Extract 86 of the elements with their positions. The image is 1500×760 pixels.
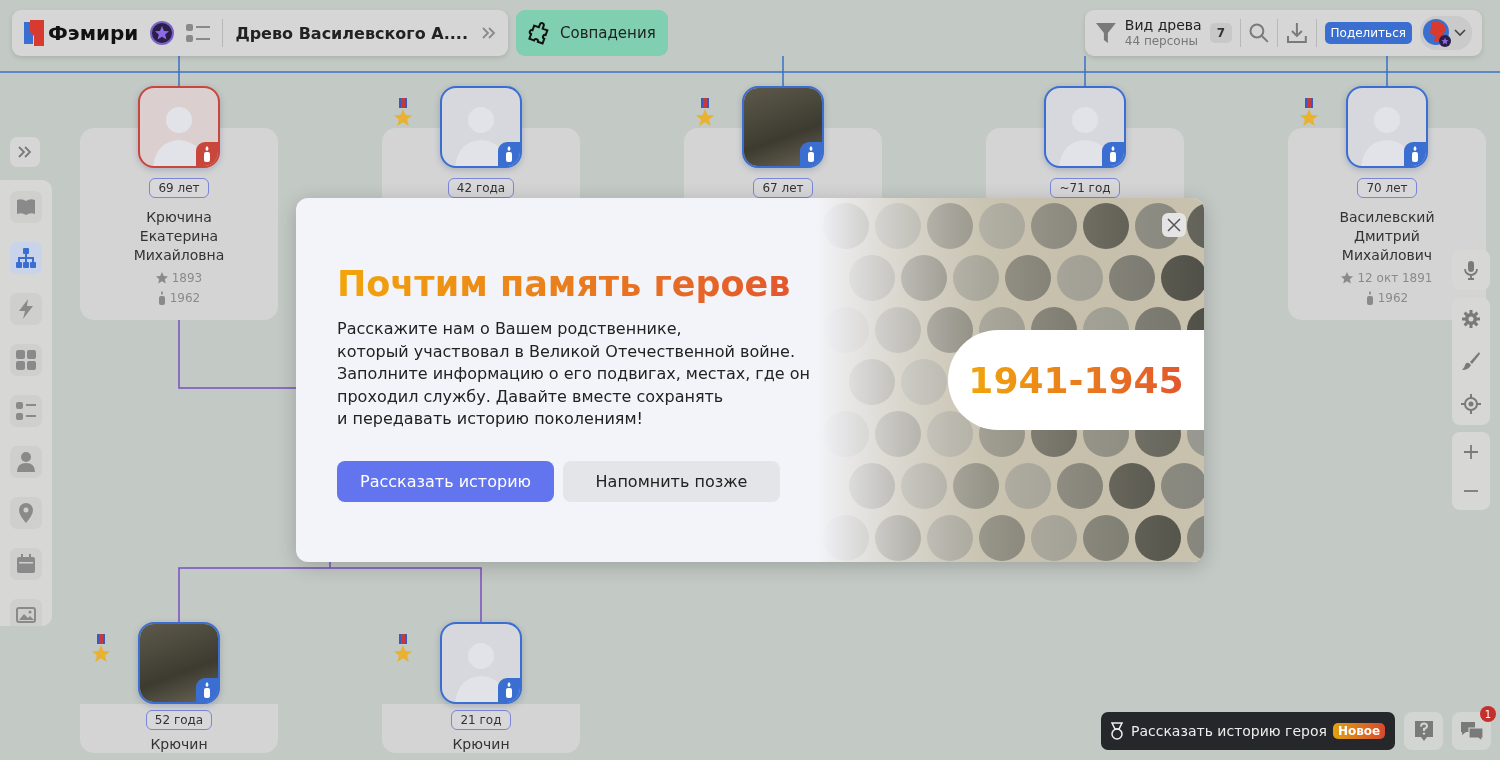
close-button[interactable] (1162, 213, 1186, 237)
person-card[interactable]: 69 лет Крючина Екатерина Михайловна 1893 1962 (80, 128, 278, 320)
notification-badge: 1 (1480, 706, 1496, 722)
person-name: Василевский Дмитрий Михайлович (1338, 208, 1436, 265)
sidebar-item[interactable] (10, 446, 42, 478)
death-date: 1962 (1377, 291, 1409, 305)
avatar-icon[interactable] (1421, 18, 1452, 48)
candle-icon (157, 291, 166, 305)
candle-icon (806, 146, 816, 162)
avatar-frame[interactable] (1346, 86, 1428, 168)
list-icon[interactable] (186, 24, 211, 42)
dialog-text: Расскажите нам о Вашем родственнике, который участвовал в Великой Отечественной войне. Заполните информацию о его подвигах, местах, где он проходил службу. Давайте вместе сохранять и передавать историю поколениям! (337, 318, 811, 430)
remind-later-button[interactable]: Напомнить позже (563, 460, 780, 502)
age-label: ~71 год (1050, 178, 1120, 198)
birth-date: 12 окт 1891 (1357, 271, 1433, 285)
years-banner: 1941-1945 (948, 330, 1204, 430)
age-label: 52 года (145, 710, 213, 730)
star-icon (1341, 272, 1354, 284)
candle-icon (1108, 146, 1118, 162)
age-label: 67 лет (753, 178, 813, 198)
person-name: Крючин (451, 736, 511, 753)
avatar-frame[interactable] (138, 86, 220, 168)
avatar-frame[interactable] (440, 622, 522, 704)
filter-count: 7 (1209, 23, 1232, 43)
close-icon (1167, 218, 1181, 232)
candle-icon (1365, 291, 1374, 305)
filter-icon[interactable] (1095, 21, 1117, 45)
double-chevron-icon[interactable] (482, 27, 496, 39)
sidebar-item[interactable] (10, 599, 42, 626)
age-label: 70 лет (1357, 178, 1417, 198)
sidebar-item[interactable] (10, 191, 42, 223)
sidebar-item[interactable] (10, 293, 42, 325)
person-icon (15, 451, 37, 473)
candle-icon (202, 146, 212, 162)
new-badge: Новое (1332, 723, 1386, 739)
book-icon (15, 196, 37, 218)
list-icon (15, 400, 37, 422)
grid-icon (15, 349, 37, 371)
double-chevron-icon (18, 146, 32, 158)
person-card[interactable]: 52 года Крючин (80, 704, 278, 753)
star-badge-icon[interactable] (150, 21, 175, 45)
expand-button[interactable] (10, 137, 40, 167)
birth-date: 1893 (171, 271, 203, 285)
age-label: 42 года (447, 178, 515, 198)
tell-story-button[interactable]: Рассказать историю (337, 460, 554, 502)
search-icon[interactable] (1249, 23, 1269, 43)
calendar-icon (15, 553, 37, 575)
chat-icon (1459, 720, 1484, 742)
age-label: 21 год (451, 710, 511, 730)
sidebar-item[interactable] (10, 344, 42, 376)
sidebar-item[interactable] (10, 497, 42, 529)
target-icon[interactable] (1461, 393, 1481, 414)
person-name: Крючина Екатерина Михайловна (132, 208, 226, 265)
download-icon[interactable] (1285, 22, 1308, 44)
star-icon (155, 272, 168, 284)
candle-icon (202, 682, 212, 698)
candle-icon (504, 146, 514, 162)
help-button[interactable] (1404, 712, 1443, 750)
tree-title: Древо Василевского А.... (235, 23, 469, 43)
age-label: 69 лет (149, 178, 209, 198)
candle-icon (504, 682, 514, 698)
caret-icon[interactable] (1453, 29, 1466, 37)
sidebar-item[interactable] (10, 242, 42, 274)
logo-text: Фэмири (48, 21, 139, 45)
help-icon (1412, 719, 1435, 743)
person-card[interactable]: 21 год Крючин (382, 704, 580, 753)
view-label: Вид древа (1124, 17, 1202, 33)
chat-button[interactable] (1452, 712, 1491, 750)
logo-icon (24, 20, 46, 46)
death-date: 1962 (169, 291, 201, 305)
sidebar-item[interactable] (10, 395, 42, 427)
persons-count: 44 персоны (1124, 33, 1199, 49)
settings-icon[interactable] (1461, 309, 1481, 330)
hierarchy-icon (15, 247, 37, 269)
avatar-frame[interactable] (440, 86, 522, 168)
person-name: Крючин (149, 736, 209, 753)
image-icon (15, 604, 37, 626)
sidebar-item[interactable] (10, 548, 42, 580)
matches-button[interactable]: Совпадения (516, 10, 668, 56)
microphone-icon[interactable] (1461, 260, 1481, 280)
hero-story-button[interactable]: Рассказать историю героя Новое (1101, 712, 1395, 750)
share-button[interactable]: Поделиться (1324, 22, 1412, 44)
brush-icon[interactable] (1461, 351, 1481, 372)
medal-icon (1109, 722, 1125, 740)
candle-icon (1410, 146, 1420, 162)
avatar-frame[interactable] (1044, 86, 1126, 168)
